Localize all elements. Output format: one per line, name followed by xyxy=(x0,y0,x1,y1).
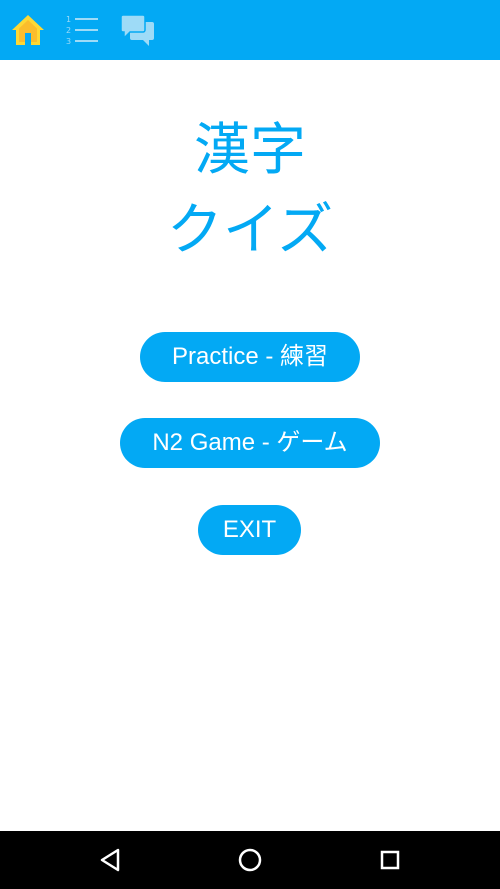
numbered-list-icon[interactable]: 1 2 3 xyxy=(64,12,100,48)
n2-game-button[interactable]: N2 Game - ゲーム xyxy=(120,418,380,468)
recents-square-icon[interactable] xyxy=(375,845,405,875)
practice-button[interactable]: Practice - 練習 xyxy=(140,332,360,382)
svg-text:2: 2 xyxy=(66,26,71,35)
app-screen: 1 2 3 漢字 クイズ Practice - 練習 N2 Game - ゲーム… xyxy=(0,0,500,889)
chat-icon[interactable] xyxy=(120,12,156,48)
exit-button[interactable]: EXIT xyxy=(198,505,301,555)
home-icon[interactable] xyxy=(10,12,46,48)
title-quiz: クイズ xyxy=(166,198,334,263)
svg-text:1: 1 xyxy=(66,15,71,24)
title-kanji: 漢字 xyxy=(194,118,306,183)
system-nav-bar xyxy=(0,831,500,889)
top-toolbar: 1 2 3 xyxy=(0,0,500,60)
svg-text:3: 3 xyxy=(66,37,71,46)
home-circle-icon[interactable] xyxy=(235,845,265,875)
back-triangle-icon[interactable] xyxy=(96,845,126,875)
